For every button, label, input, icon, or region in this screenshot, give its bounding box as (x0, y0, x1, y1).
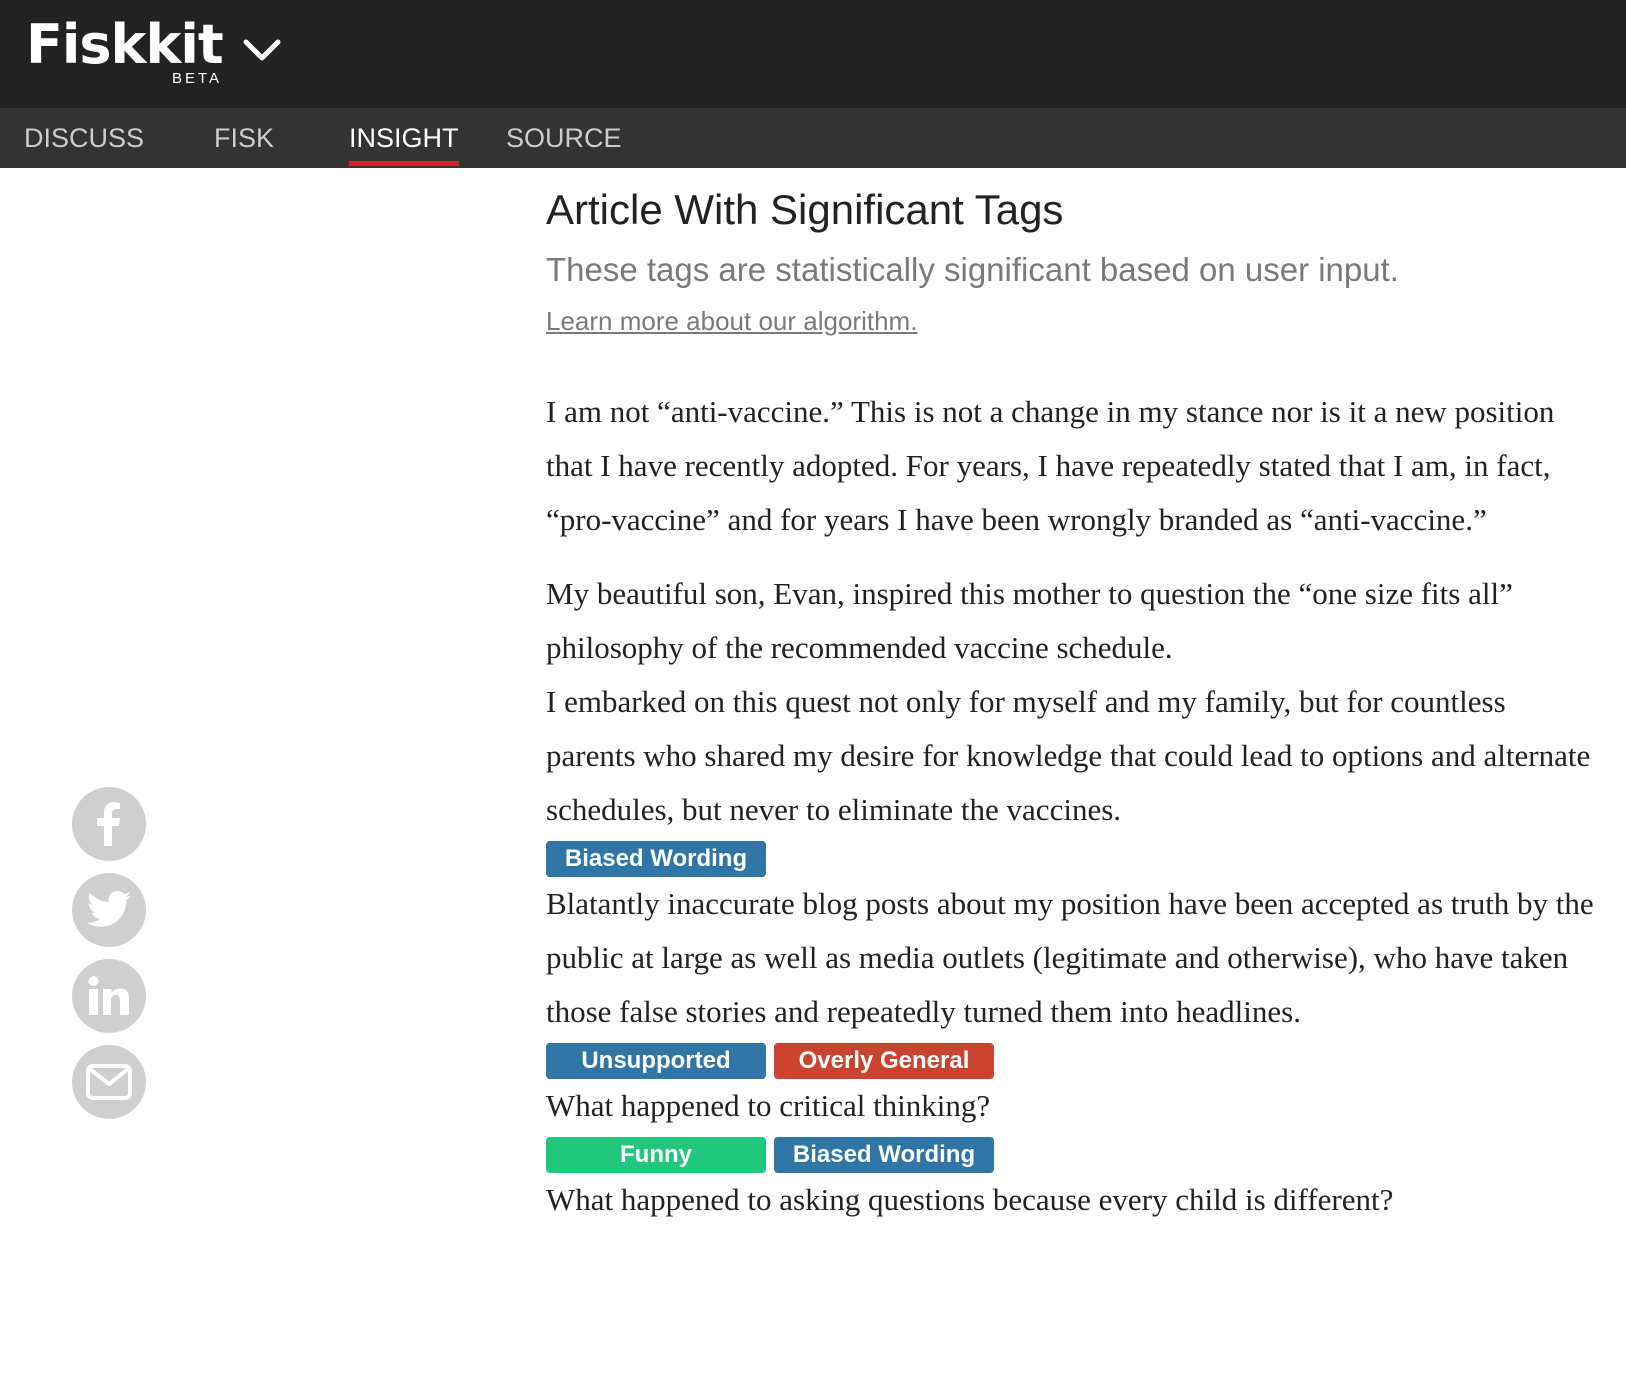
article-paragraph: I embarked on this quest not only for my… (546, 684, 1591, 827)
tab-insight[interactable]: INSIGHT (349, 108, 459, 168)
article-paragraph: My beautiful son, Evan, inspired this mo… (546, 576, 1513, 665)
tab-source[interactable]: SOURCE (506, 108, 622, 168)
share-twitter-button[interactable] (72, 873, 146, 947)
tab-fisk[interactable]: FISK (214, 108, 274, 168)
top-bar: Fiskkit BETA (0, 0, 1626, 108)
chevron-down-icon[interactable] (242, 36, 282, 64)
tab-discuss[interactable]: DISCUSS (24, 108, 144, 168)
email-icon (86, 1064, 132, 1100)
article-paragraph: Blatantly inaccurate blog posts about my… (546, 886, 1594, 1029)
article-paragraph: What happened to critical thinking? (546, 1088, 991, 1123)
share-linkedin-button[interactable] (72, 959, 146, 1033)
tag-biased-wording[interactable]: Biased Wording (546, 841, 766, 877)
tag-row: Unsupported Overly General (546, 1043, 1596, 1079)
twitter-icon (87, 891, 131, 927)
page-subtitle: These tags are statistically significant… (546, 251, 1399, 288)
learn-more-link[interactable]: Learn more about our algorithm. (546, 306, 917, 337)
share-email-button[interactable] (72, 1045, 146, 1119)
tag-overly-general[interactable]: Overly General (774, 1043, 994, 1079)
beta-label: BETA (172, 70, 223, 87)
tag-unsupported[interactable]: Unsupported (546, 1043, 766, 1079)
tag-funny[interactable]: Funny (546, 1137, 766, 1173)
section-nav: DISCUSS FISK INSIGHT SOURCE (0, 108, 1626, 168)
facebook-icon (97, 802, 120, 846)
tag-row: Biased Wording (546, 841, 1596, 877)
page-title: Article With Significant Tags (546, 186, 1064, 233)
share-facebook-button[interactable] (72, 787, 146, 861)
tag-row: Funny Biased Wording (546, 1137, 1596, 1173)
main-content: Article With Significant Tags These tags… (546, 168, 1596, 1227)
linkedin-icon (88, 976, 129, 1015)
fiskkit-logo[interactable]: Fiskkit (26, 14, 224, 76)
article-paragraph: What happened to asking questions becaus… (546, 1182, 1394, 1217)
tag-biased-wording[interactable]: Biased Wording (774, 1137, 994, 1173)
article-paragraph: I am not “anti-vaccine.” This is not a c… (546, 394, 1555, 537)
